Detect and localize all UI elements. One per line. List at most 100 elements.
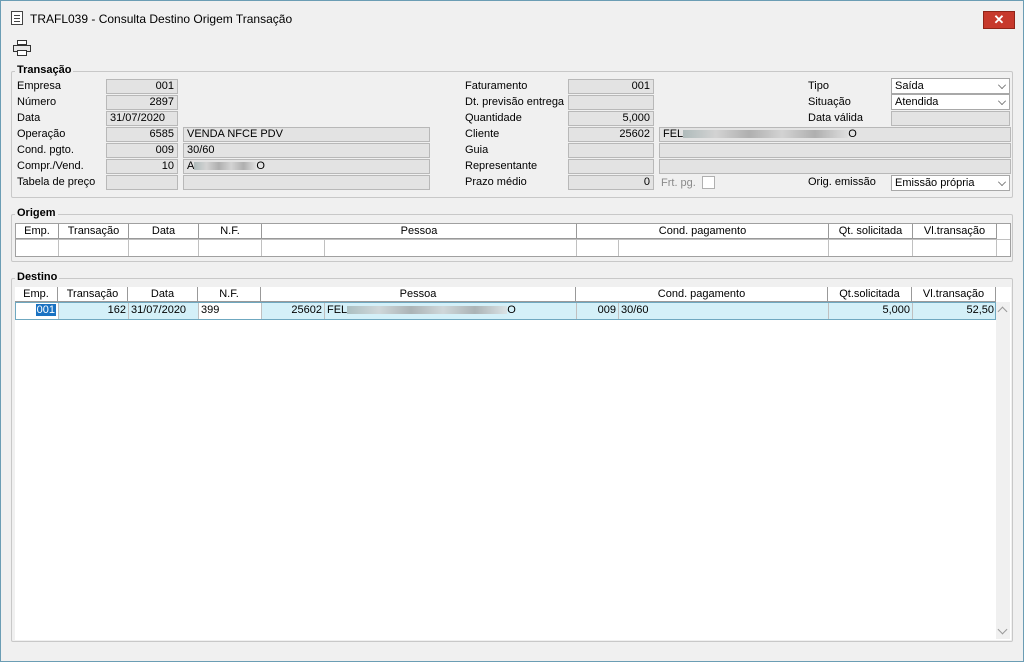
cell-cond[interactable]: 30/60 <box>619 303 829 319</box>
tabela-preco-desc-field <box>183 175 430 190</box>
cell-transacao[interactable] <box>59 240 129 256</box>
chevron-down-icon <box>998 81 1006 89</box>
representante-field[interactable] <box>568 159 654 174</box>
operacao-field[interactable]: 6585 <box>106 127 178 142</box>
cliente-label: Cliente <box>465 128 500 140</box>
orig-emissao-select[interactable]: Emissão própria <box>891 175 1010 191</box>
destino-group-title: Destino <box>15 271 60 283</box>
cell-emp[interactable] <box>16 240 59 256</box>
col-header-vl-transacao[interactable]: Vl.transação <box>913 224 997 239</box>
frt-pg-checkbox[interactable] <box>702 176 715 189</box>
cell-valor[interactable]: 52,50 <box>913 303 997 319</box>
guia-desc-field <box>659 143 1011 158</box>
faturamento-field[interactable]: 001 <box>568 79 654 94</box>
tabela-preco-field[interactable] <box>106 175 178 190</box>
tabela-preco-label: Tabela de preço <box>17 176 96 188</box>
guia-label: Guia <box>465 144 489 156</box>
cell-pessoa-cod[interactable] <box>262 240 325 256</box>
chevron-down-icon <box>998 178 1006 186</box>
frt-pg-label: Frt. pg. <box>661 177 696 189</box>
window-title: TRAFL039 - Consulta Destino Origem Trans… <box>30 12 293 26</box>
origem-grid[interactable]: Emp. Transação Data N.F. Pessoa Cond. pa… <box>15 223 1011 257</box>
printer-icon[interactable] <box>13 40 31 56</box>
chevron-down-icon <box>998 97 1006 105</box>
cell-pessoa[interactable] <box>325 240 577 256</box>
col-header-transacao[interactable]: Transação <box>59 224 129 239</box>
destino-grid[interactable]: Emp. Transação Data N.F. Pessoa Cond. pa… <box>15 287 1011 640</box>
cell-pessoa[interactable]: FEL O <box>325 303 577 319</box>
col-header-qt-solicitada[interactable]: Qt. solicitada <box>829 224 913 239</box>
cond-pgto-desc-field: 30/60 <box>183 143 430 158</box>
situacao-label: Situação <box>808 96 851 108</box>
quantidade-label: Quantidade <box>465 112 522 124</box>
representante-label: Representante <box>465 160 538 172</box>
col-header-qt-solicitada[interactable]: Qt.solicitada <box>828 287 912 302</box>
dt-previsao-field[interactable] <box>568 95 654 110</box>
cell-data[interactable] <box>129 240 199 256</box>
cond-pgto-field[interactable]: 009 <box>106 143 178 158</box>
origem-empty-row[interactable] <box>16 239 1010 256</box>
table-row[interactable]: 001 162 31/07/2020 399 25602 FEL O 009 30… <box>15 302 997 320</box>
transacao-group-title: Transação <box>15 64 74 76</box>
col-header-emp[interactable]: Emp. <box>16 224 59 239</box>
representante-desc-field <box>659 159 1011 174</box>
dt-previsao-label: Dt. previsão entrega <box>465 96 565 108</box>
app-window: TRAFL039 - Consulta Destino Origem Trans… <box>0 0 1024 662</box>
data-field[interactable]: 31/07/2020 <box>106 111 178 126</box>
guia-field[interactable] <box>568 143 654 158</box>
operacao-label: Operação <box>17 128 66 140</box>
close-button[interactable]: ✕ <box>983 11 1015 29</box>
cell-nf[interactable]: 399 <box>199 303 262 319</box>
cell-transacao[interactable]: 162 <box>59 303 129 319</box>
cell-nf[interactable] <box>199 240 262 256</box>
operacao-desc-field: VENDA NFCE PDV <box>183 127 430 142</box>
col-header-nf[interactable]: N.F. <box>198 287 261 302</box>
cell-cond[interactable] <box>619 240 829 256</box>
prazo-medio-field[interactable]: 0 <box>568 175 654 190</box>
cell-cond-cod[interactable] <box>577 240 619 256</box>
title-bar: TRAFL039 - Consulta Destino Origem Trans… <box>1 1 1023 33</box>
cond-pgto-label: Cond. pgto. <box>17 144 74 156</box>
col-header-cond-pagamento[interactable]: Cond. pagamento <box>576 287 828 302</box>
cell-emp[interactable]: 001 <box>16 303 59 319</box>
numero-field[interactable]: 2897 <box>106 95 178 110</box>
vertical-scrollbar[interactable] <box>996 302 1010 639</box>
cell-data[interactable]: 31/07/2020 <box>129 303 199 319</box>
col-header-emp[interactable]: Emp. <box>15 287 58 302</box>
chevron-up-icon[interactable] <box>997 306 1008 317</box>
compr-vend-label: Compr./Vend. <box>17 160 84 172</box>
col-header-pessoa[interactable]: Pessoa <box>262 224 577 239</box>
cliente-field[interactable]: 25602 <box>568 127 654 142</box>
situacao-select[interactable]: Atendida <box>891 94 1010 110</box>
cell-valor[interactable] <box>913 240 997 256</box>
cell-qt[interactable]: 5,000 <box>829 303 913 319</box>
document-icon <box>11 11 23 25</box>
data-label: Data <box>17 112 41 124</box>
origem-group-title: Origem <box>15 207 58 219</box>
col-header-data[interactable]: Data <box>128 287 198 302</box>
empresa-field[interactable]: 001 <box>106 79 178 94</box>
col-header-transacao[interactable]: Transação <box>58 287 128 302</box>
empresa-label: Empresa <box>17 80 62 92</box>
cliente-desc-field: FEL O <box>659 127 1011 142</box>
col-header-pessoa[interactable]: Pessoa <box>261 287 576 302</box>
data-valida-field[interactable] <box>891 111 1010 126</box>
col-header-nf[interactable]: N.F. <box>199 224 262 239</box>
faturamento-label: Faturamento <box>465 80 528 92</box>
col-header-cond-pagamento[interactable]: Cond. pagamento <box>577 224 829 239</box>
quantidade-field[interactable]: 5,000 <box>568 111 654 126</box>
prazo-medio-label: Prazo médio <box>465 176 527 188</box>
numero-label: Número <box>17 96 57 108</box>
compr-vend-desc-field: AO <box>183 159 430 174</box>
cell-qt[interactable] <box>829 240 913 256</box>
tipo-label: Tipo <box>808 80 829 92</box>
chevron-down-icon[interactable] <box>997 624 1008 635</box>
col-header-vl-transacao[interactable]: Vl.transação <box>912 287 996 302</box>
col-header-data[interactable]: Data <box>129 224 199 239</box>
compr-vend-field[interactable]: 10 <box>106 159 178 174</box>
data-valida-label: Data válida <box>808 112 864 124</box>
cell-cond-cod[interactable]: 009 <box>577 303 619 319</box>
cell-pessoa-cod[interactable]: 25602 <box>262 303 325 319</box>
tipo-select[interactable]: Saída <box>891 78 1010 94</box>
orig-emissao-label: Orig. emissão <box>808 176 876 188</box>
